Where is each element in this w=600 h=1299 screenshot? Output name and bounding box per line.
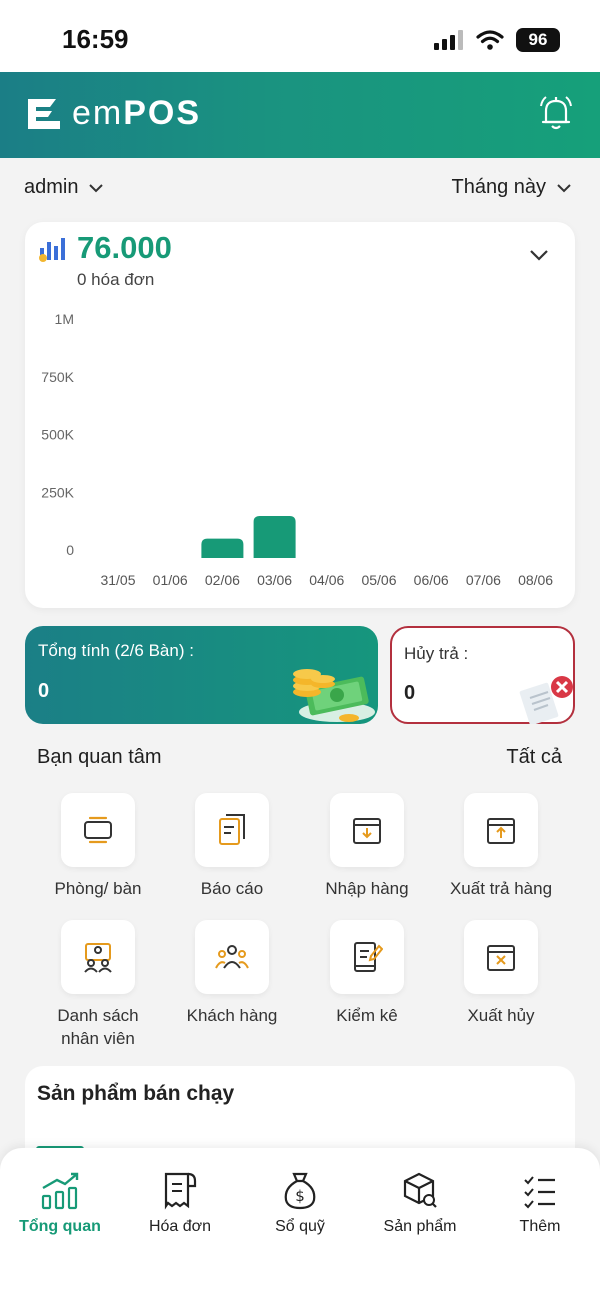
interests-title: Bạn quan tâm — [37, 746, 162, 768]
signal-icon — [434, 30, 463, 50]
inventory-check-icon — [354, 942, 383, 972]
feature-label: Xuất trả hàng — [449, 879, 553, 898]
product-box-icon — [403, 1172, 437, 1208]
x-tick-label: 01/06 — [153, 572, 188, 588]
tab-label: Sản phẩm — [383, 1218, 457, 1235]
logo-text-pos: POS — [123, 94, 202, 132]
x-tick-label: 05/06 — [361, 572, 396, 588]
bar-03/06[interactable] — [253, 515, 296, 558]
revenue-card: 76.000 0 hóa đơn 1M 750K 500K 250K 0 31/05 01/… — [25, 222, 575, 608]
feature-label: Báo cáo — [200, 879, 264, 898]
status-bar: 16:59 96 — [0, 0, 600, 72]
y-tick-label: 250K — [41, 484, 74, 500]
x-tick-label: 02/06 — [205, 572, 240, 588]
cancelled-receipt-icon — [519, 676, 573, 724]
tab-overview[interactable]: Tổng quan — [0, 1166, 120, 1236]
x-tick-label: 04/06 — [309, 572, 344, 588]
user-filter-dropdown[interactable]: admin — [24, 176, 104, 199]
y-tick-label: 1M — [55, 311, 74, 327]
period-filter-dropdown[interactable]: Tháng này — [451, 176, 572, 199]
battery-indicator: 96 — [516, 28, 560, 52]
feature-label: Kiểm kê — [336, 1006, 398, 1025]
revenue-bar-chart: 1M 750K 500K 250K 0 31/05 01/06 02/06 03/06 04/06… — [41, 311, 553, 588]
bestseller-title: Sản phẩm bán chạy — [37, 1082, 235, 1105]
status-time: 16:59 — [62, 24, 129, 54]
table-icon — [84, 816, 112, 844]
total-tables-label: Tổng tính (2/6 Bàn) : — [38, 641, 194, 660]
feature-label: Phòng/ bàn — [54, 879, 142, 898]
y-tick-label: 0 — [66, 542, 74, 558]
feature-reports[interactable]: Báo cáo — [165, 793, 299, 900]
period-filter-label: Tháng này — [451, 176, 546, 198]
tab-label: Tổng quan — [19, 1218, 101, 1235]
report-icon — [219, 814, 245, 845]
tab-label: Hóa đơn — [148, 1218, 212, 1235]
cash-coins-icon — [293, 669, 375, 722]
x-tick-label: 03/06 — [257, 572, 292, 588]
feature-export-return[interactable]: Xuất trả hàng — [434, 793, 568, 900]
cancel-return-tile[interactable]: Hủy trả : 0 — [390, 626, 575, 724]
feature-customers[interactable]: Khách hàng — [165, 920, 299, 1027]
overview-chart-icon — [41, 1172, 79, 1210]
x-tick-label: 07/06 — [466, 572, 501, 588]
filter-row: admin Tháng này — [0, 164, 600, 210]
import-icon — [353, 818, 381, 844]
total-tables-value: 0 — [38, 680, 50, 702]
wifi-icon — [476, 30, 504, 50]
x-tick-label: 31/05 — [100, 572, 135, 588]
tab-more[interactable]: Thêm — [480, 1166, 600, 1236]
y-tick-label: 750K — [41, 369, 74, 385]
cancel-return-label: Hủy trả : — [404, 644, 469, 663]
notification-bell-icon[interactable] — [538, 94, 574, 137]
tab-label: Sổ quỹ — [275, 1218, 325, 1235]
total-tables-tile[interactable]: Tổng tính (2/6 Bàn) : 0 — [25, 626, 378, 724]
app-header: emPOS — [0, 72, 600, 158]
tab-cashbook[interactable]: $ Sổ quỹ — [240, 1166, 360, 1236]
status-icons: 96 — [434, 26, 560, 54]
feature-label: Khách hàng — [186, 1006, 278, 1025]
feature-label: Danh sách nhân viên — [57, 1006, 139, 1048]
logo-mark-icon — [28, 98, 60, 129]
svg-text:$: $ — [295, 1187, 305, 1205]
x-tick-label: 08/06 — [518, 572, 553, 588]
chevron-down-icon — [557, 183, 571, 192]
bar-02/06[interactable] — [201, 538, 244, 558]
customers-icon — [215, 945, 249, 969]
empos-logo: emPOS — [24, 94, 201, 133]
y-tick-label: 500K — [41, 427, 74, 443]
tab-products[interactable]: Sản phẩm — [360, 1166, 480, 1236]
bottom-tab-bar: Tổng quan Hóa đơn $ Sổ quỹ Sản phẩm Thêm — [0, 1148, 600, 1299]
feature-staff-list[interactable]: Danh sách nhân viên — [31, 920, 165, 1050]
x-tick-label: 06/06 — [414, 572, 449, 588]
export-cancel-icon — [487, 945, 515, 971]
see-all-link[interactable]: Tất cả — [506, 746, 562, 769]
feature-inventory-check[interactable]: Kiểm kê — [300, 920, 434, 1027]
money-bag-icon: $ — [284, 1172, 316, 1210]
tab-invoices[interactable]: Hóa đơn — [120, 1166, 240, 1236]
feature-import[interactable]: Nhập hàng — [300, 793, 434, 900]
chevron-down-icon — [89, 183, 104, 192]
feature-export-cancel[interactable]: Xuất hủy — [434, 920, 568, 1027]
export-return-icon — [487, 818, 515, 844]
more-list-icon — [524, 1176, 555, 1209]
feature-label: Nhập hàng — [325, 879, 409, 898]
feature-tables[interactable]: Phòng/ bàn — [31, 793, 165, 900]
tab-label: Thêm — [519, 1218, 561, 1235]
logo-text-em: em — [72, 94, 124, 132]
cancel-return-value: 0 — [404, 682, 416, 704]
invoice-icon — [164, 1172, 197, 1210]
feature-label: Xuất hủy — [467, 1006, 535, 1025]
staff-list-icon — [84, 943, 112, 973]
user-filter-label: admin — [24, 176, 79, 198]
